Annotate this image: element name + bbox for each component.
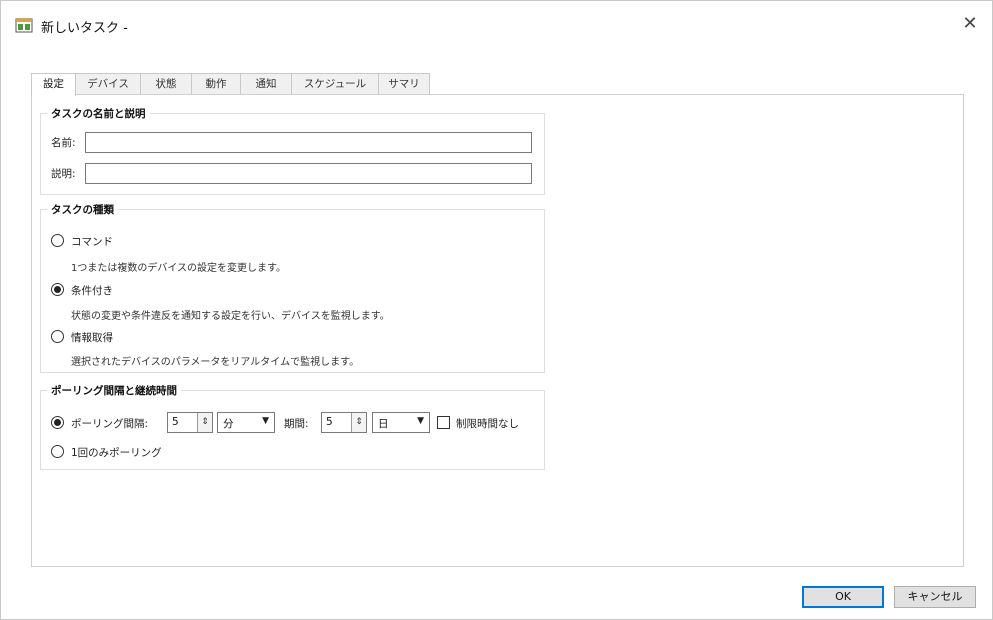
dialog-window: 新しいタスク - ✕ 設定 デバイス 状態 動作 通知 スケジュール サマリ タ… <box>0 0 993 620</box>
tab-state[interactable]: 状態 <box>140 73 192 95</box>
interval-spin-icon[interactable]: ⇕ <box>197 413 212 432</box>
period-unit-select[interactable]: 日 ▼ <box>372 412 430 433</box>
tab-devices[interactable]: デバイス <box>75 73 141 95</box>
description-label: 説明: <box>51 168 76 180</box>
period-value: 5 <box>326 416 333 428</box>
conditional-description: 状態の変更や条件違反を通知する設定を行い、デバイスを監視します。 <box>71 311 390 322</box>
polling-title: ポーリング間隔と継続時間 <box>47 383 181 398</box>
description-input[interactable] <box>85 163 532 184</box>
poll-once-radio[interactable] <box>51 445 64 458</box>
polling-interval-radio[interactable] <box>51 416 64 429</box>
command-description: 1つまたは複数のデバイスの設定を変更します。 <box>71 263 287 274</box>
conditional-label[interactable]: 条件付き <box>71 283 113 298</box>
poll-once-label[interactable]: 1回のみポーリング <box>71 445 162 460</box>
interval-unit-value: 分 <box>223 418 234 430</box>
period-spin-icon[interactable]: ⇕ <box>351 413 366 432</box>
interval-value: 5 <box>172 416 179 428</box>
interval-unit-select[interactable]: 分 ▼ <box>217 412 275 433</box>
info-fetch-radio[interactable] <box>51 330 64 343</box>
name-description-title: タスクの名前と説明 <box>47 106 150 121</box>
tab-summary[interactable]: サマリ <box>378 73 430 95</box>
no-limit-label[interactable]: 制限時間なし <box>456 416 519 431</box>
name-description-group: タスクの名前と説明 名前: 説明: <box>40 106 545 195</box>
cancel-button[interactable]: キャンセル <box>894 586 976 608</box>
ok-button[interactable]: OK <box>802 586 884 608</box>
period-stepper[interactable]: 5 ⇕ <box>321 412 367 433</box>
interval-stepper[interactable]: 5 ⇕ <box>167 412 213 433</box>
conditional-radio[interactable] <box>51 283 64 296</box>
chevron-down-icon: ▼ <box>417 416 424 426</box>
settings-panel: タスクの名前と説明 名前: 説明: タスクの種類 コマンド 1つまたは複数のデバ… <box>31 94 964 567</box>
tab-action[interactable]: 動作 <box>191 73 241 95</box>
chevron-down-icon: ▼ <box>262 416 269 426</box>
info-fetch-description: 選択されたデバイスのパラメータをリアルタイムで監視します。 <box>71 357 360 368</box>
close-button[interactable]: ✕ <box>956 11 984 37</box>
task-app-icon <box>15 18 33 33</box>
polling-interval-label: ポーリング間隔: <box>71 418 149 430</box>
info-fetch-label[interactable]: 情報取得 <box>71 330 113 345</box>
period-unit-value: 日 <box>378 418 389 430</box>
window-title: 新しいタスク - <box>41 21 128 36</box>
polling-group: ポーリング間隔と継続時間 ポーリング間隔: 5 ⇕ 分 ▼ 期間: 5 ⇕ 日 … <box>40 383 545 470</box>
no-limit-checkbox[interactable] <box>437 416 450 429</box>
name-label: 名前: <box>51 137 76 149</box>
period-label: 期間: <box>284 418 309 430</box>
command-label[interactable]: コマンド <box>71 234 113 249</box>
tab-schedule[interactable]: スケジュール <box>291 73 379 95</box>
title-bar: 新しいタスク - ✕ <box>1 1 992 45</box>
command-radio[interactable] <box>51 234 64 247</box>
name-input[interactable] <box>85 132 532 153</box>
task-type-group: タスクの種類 コマンド 1つまたは複数のデバイスの設定を変更します。 条件付き … <box>40 202 545 373</box>
task-type-title: タスクの種類 <box>47 202 118 217</box>
tab-notify[interactable]: 通知 <box>240 73 292 95</box>
tab-settings[interactable]: 設定 <box>31 73 76 96</box>
